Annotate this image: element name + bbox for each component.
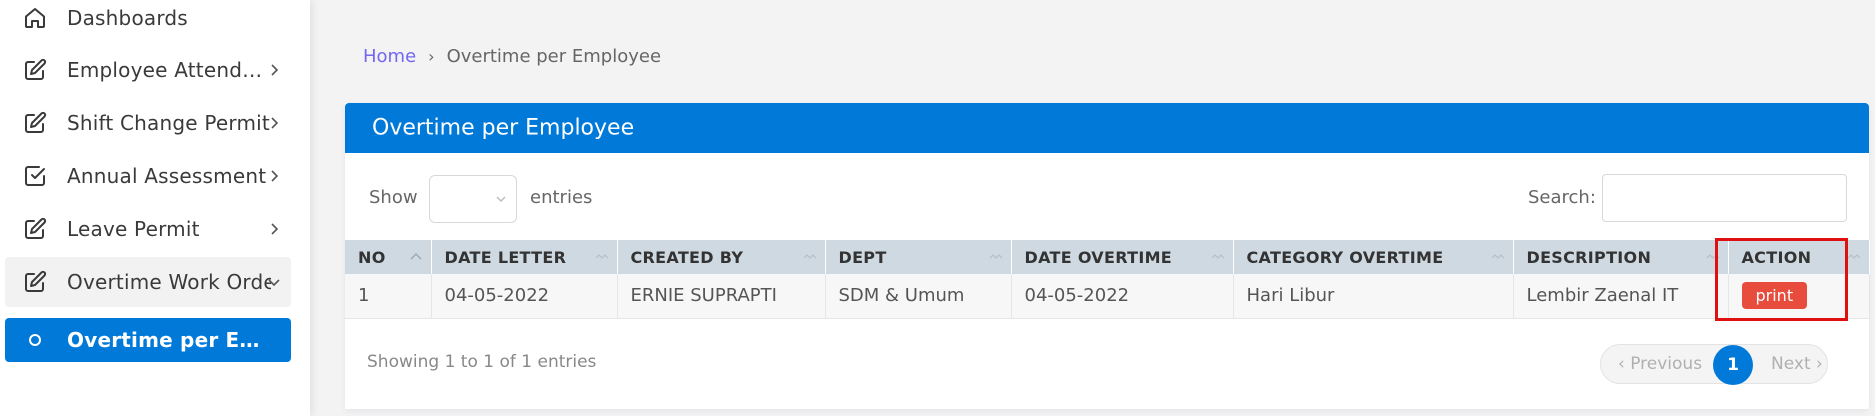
overtime-table: NO DATE LETTER CREATED BY DEPT DATE OVER…	[345, 240, 1870, 319]
chevron-right-icon	[271, 170, 279, 182]
edit-icon	[22, 57, 48, 83]
edit-icon	[22, 216, 48, 242]
breadcrumb-home-link[interactable]: Home	[363, 46, 416, 67]
edit-icon	[22, 269, 48, 295]
sort-icon	[410, 253, 421, 260]
sidebar-item-annual-assessment[interactable]: Annual Assessment	[5, 151, 291, 201]
chevron-right-icon	[271, 117, 279, 129]
sort-icon	[1847, 254, 1860, 259]
sidebar-item-label: Shift Change Permit	[67, 111, 270, 135]
sidebar-item-label: Dashboards	[67, 6, 188, 30]
showing-entries-info: Showing 1 to 1 of 1 entries	[367, 352, 597, 372]
sidebar-item-label: Annual Assessment	[67, 164, 267, 188]
column-header-description[interactable]: DESCRIPTION	[1513, 240, 1729, 274]
chevron-down-icon	[268, 279, 280, 287]
highlight-annotation	[1715, 238, 1848, 321]
sidebar-item-leave-permit[interactable]: Leave Permit	[5, 204, 291, 254]
sort-icon	[1491, 254, 1504, 259]
sidebar-item-label: Leave Permit	[67, 217, 200, 241]
table-header-row: NO DATE LETTER CREATED BY DEPT DATE OVER…	[345, 240, 1870, 274]
cell-description: Lembir Zaenal IT	[1513, 274, 1729, 319]
cell-date-overtime: 04-05-2022	[1011, 274, 1234, 319]
previous-page-button[interactable]: ‹ Previous	[1618, 354, 1702, 374]
next-page-button[interactable]: Next ›	[1771, 354, 1823, 374]
breadcrumb-current: Overtime per Employee	[446, 46, 662, 67]
sidebar-item-dashboards[interactable]: Dashboards	[5, 0, 291, 43]
sort-icon	[595, 254, 608, 259]
column-header-date-overtime[interactable]: DATE OVERTIME	[1011, 240, 1234, 274]
sort-icon	[803, 254, 816, 259]
chevron-right-icon	[271, 64, 279, 76]
sidebar-item-label: Overtime per Employee	[67, 328, 271, 352]
sort-icon	[989, 254, 1002, 259]
edit-icon	[22, 110, 48, 136]
sort-icon	[1211, 254, 1224, 259]
page-title: Overtime per Employee	[372, 115, 635, 141]
breadcrumb: Home › Overtime per Employee	[363, 46, 661, 67]
column-header-dept[interactable]: DEPT	[825, 240, 1012, 274]
search-input[interactable]	[1602, 174, 1847, 222]
table-row: 1 04-05-2022 ERNIE SUPRAPTI SDM & Umum 0…	[345, 274, 1870, 319]
column-header-created-by[interactable]: CREATED BY	[617, 240, 826, 274]
column-header-no[interactable]: NO	[345, 240, 432, 274]
page-1-button[interactable]: 1	[1713, 345, 1753, 385]
chevron-down-icon	[496, 196, 506, 202]
sidebar-item-overtime-work-order[interactable]: Overtime Work Order	[5, 257, 291, 307]
column-header-category-overtime[interactable]: CATEGORY OVERTIME	[1233, 240, 1514, 274]
cell-no: 1	[345, 274, 432, 319]
cell-created-by: ERNIE SUPRAPTI	[617, 274, 826, 319]
sidebar-item-employee-attendance[interactable]: Employee Attendance	[5, 45, 291, 95]
sidebar-item-label: Employee Attendance	[67, 58, 265, 82]
entries-select[interactable]	[429, 175, 517, 223]
chevron-right-icon	[271, 223, 279, 235]
entries-label: entries	[530, 187, 593, 208]
card-header: Overtime per Employee	[345, 103, 1869, 153]
check-square-icon	[22, 163, 48, 189]
search-label: Search:	[1528, 187, 1596, 208]
sidebar-item-overtime-per-employee[interactable]: Overtime per Employee	[5, 318, 291, 362]
circle-icon	[22, 327, 48, 353]
overtime-card: Overtime per Employee Show entries Searc…	[345, 103, 1870, 409]
show-label: Show	[369, 187, 418, 208]
sidebar: Dashboards Employee Attendance Shift Cha…	[0, 0, 310, 416]
column-header-date-letter[interactable]: DATE LETTER	[431, 240, 618, 274]
breadcrumb-separator: ›	[428, 47, 435, 66]
home-icon	[22, 5, 48, 31]
sidebar-item-shift-change-permit[interactable]: Shift Change Permit	[5, 98, 291, 148]
cell-date-letter: 04-05-2022	[431, 274, 618, 319]
cell-dept: SDM & Umum	[825, 274, 1012, 319]
sidebar-item-label: Overtime Work Order	[67, 270, 271, 294]
cell-category: Hari Libur	[1233, 274, 1514, 319]
pagination: ‹ Previous 1 Next ›	[1600, 344, 1828, 385]
